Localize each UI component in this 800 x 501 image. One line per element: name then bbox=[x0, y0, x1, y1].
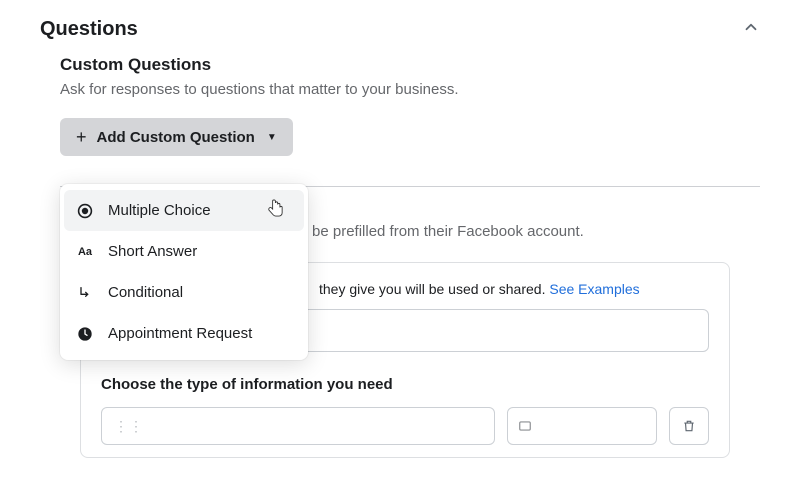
drag-handle-icon: ⋮⋮ bbox=[114, 418, 144, 435]
custom-questions-desc: Ask for responses to questions that matt… bbox=[60, 81, 760, 98]
info-type-selector[interactable]: ⋮⋮ bbox=[101, 407, 495, 445]
prefill-text: be prefilled from their Facebook account… bbox=[312, 223, 584, 240]
dropdown-conditional[interactable]: Conditional bbox=[60, 272, 308, 313]
cursor-hand-icon bbox=[267, 198, 285, 225]
dropdown-appointment-request[interactable]: Appointment Request bbox=[60, 313, 308, 354]
custom-questions-subsection: Custom Questions Ask for responses to qu… bbox=[0, 45, 800, 156]
see-examples-link[interactable]: See Examples bbox=[549, 281, 639, 297]
conditional-arrow-icon bbox=[76, 285, 94, 301]
type-row: ⋮⋮ bbox=[101, 407, 709, 445]
custom-questions-title: Custom Questions bbox=[60, 55, 760, 75]
radio-icon bbox=[76, 203, 94, 219]
delete-button[interactable] bbox=[669, 407, 709, 445]
dropdown-item-label: Appointment Request bbox=[108, 325, 252, 342]
text-icon: Aa bbox=[76, 246, 94, 258]
collapse-icon[interactable] bbox=[742, 18, 760, 41]
dropdown-short-answer[interactable]: Aa Short Answer bbox=[60, 231, 308, 272]
dropdown-item-label: Conditional bbox=[108, 284, 183, 301]
clock-icon bbox=[76, 326, 94, 342]
dropdown-item-label: Multiple Choice bbox=[108, 202, 211, 219]
add-custom-question-button[interactable]: + Add Custom Question ▼ bbox=[60, 118, 293, 156]
questions-section-header: Questions bbox=[0, 0, 800, 45]
questions-title: Questions bbox=[40, 18, 138, 41]
plus-icon: + bbox=[76, 128, 87, 146]
add-custom-question-label: Add Custom Question bbox=[97, 129, 255, 146]
caret-down-icon: ▼ bbox=[267, 132, 277, 143]
secondary-selector[interactable] bbox=[507, 407, 657, 445]
choose-type-label: Choose the type of information you need bbox=[101, 376, 709, 393]
tag-icon bbox=[518, 419, 532, 433]
card-description: they give you will be used or shared. Se… bbox=[319, 281, 709, 297]
dropdown-item-label: Short Answer bbox=[108, 243, 197, 260]
trash-icon bbox=[682, 419, 696, 433]
